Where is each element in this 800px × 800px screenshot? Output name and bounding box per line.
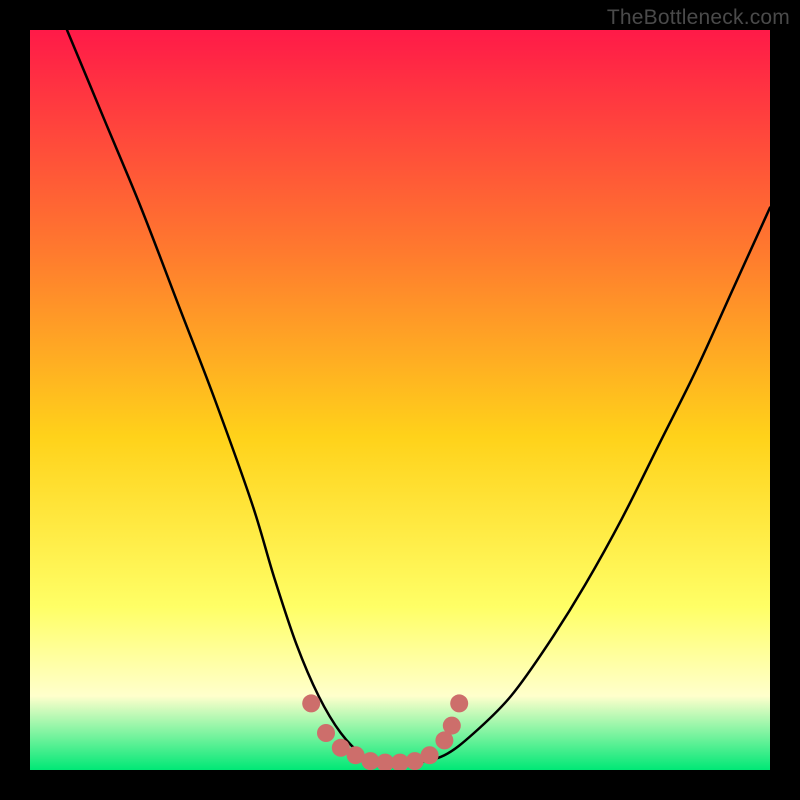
gradient-background xyxy=(30,30,770,770)
watermark-text: TheBottleneck.com xyxy=(607,6,790,30)
curve-marker xyxy=(302,694,320,712)
curve-marker xyxy=(450,694,468,712)
curve-marker xyxy=(443,717,461,735)
curve-marker xyxy=(421,746,439,764)
bottleneck-chart xyxy=(30,30,770,770)
curve-marker xyxy=(317,724,335,742)
chart-frame xyxy=(30,30,770,770)
